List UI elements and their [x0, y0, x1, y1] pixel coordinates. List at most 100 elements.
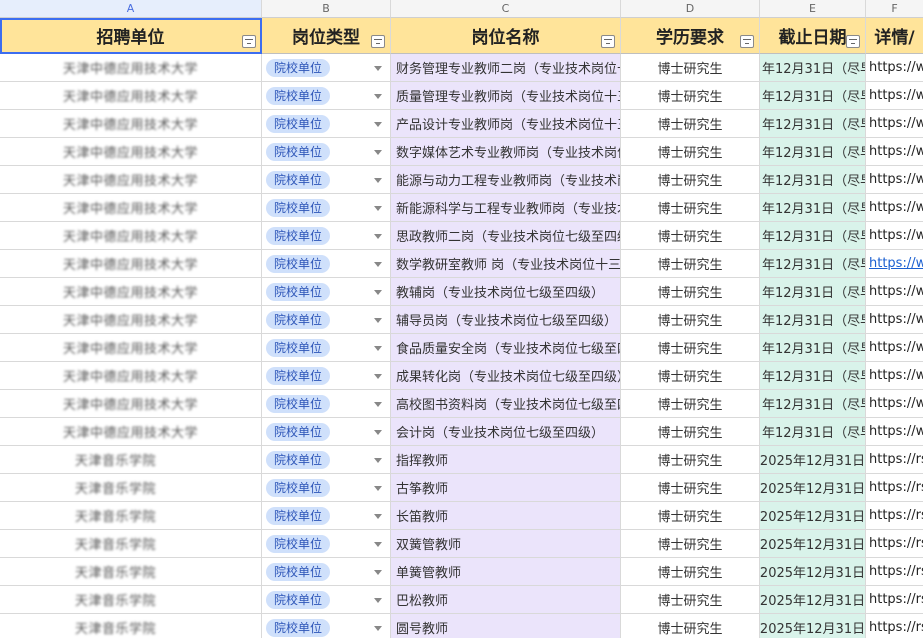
- education-cell[interactable]: 博士研究生: [621, 390, 760, 418]
- unit-cell[interactable]: 天津中德应用技术大学: [0, 362, 262, 390]
- deadline-cell[interactable]: 年12月31日（尽早: [760, 110, 866, 138]
- detail-link-cell[interactable]: https://w: [866, 138, 923, 166]
- education-cell[interactable]: 博士研究生: [621, 250, 760, 278]
- position-name-cell[interactable]: 成果转化岗（专业技术岗位七级至四级）: [391, 362, 621, 390]
- unit-cell[interactable]: 天津音乐学院: [0, 502, 262, 530]
- dropdown-arrow-icon[interactable]: [374, 65, 382, 71]
- position-name-cell[interactable]: 质量管理专业教师岗（专业技术岗位十三: [391, 82, 621, 110]
- column-letter-d[interactable]: D: [621, 0, 760, 18]
- dropdown-arrow-icon[interactable]: [374, 149, 382, 155]
- type-cell[interactable]: 院校单位: [262, 54, 391, 82]
- detail-link-cell[interactable]: https://rs: [866, 502, 923, 530]
- unit-cell[interactable]: 天津中德应用技术大学: [0, 306, 262, 334]
- dropdown-arrow-icon[interactable]: [374, 93, 382, 99]
- position-name-cell[interactable]: 思政教师二岗（专业技术岗位七级至四级: [391, 222, 621, 250]
- dropdown-arrow-icon[interactable]: [374, 541, 382, 547]
- detail-link-cell[interactable]: https://w: [866, 334, 923, 362]
- education-cell[interactable]: 博士研究生: [621, 334, 760, 362]
- unit-cell[interactable]: 天津中德应用技术大学: [0, 110, 262, 138]
- position-name-cell[interactable]: 巴松教师: [391, 586, 621, 614]
- unit-cell[interactable]: 天津中德应用技术大学: [0, 278, 262, 306]
- header-cell-a[interactable]: 招聘单位: [0, 18, 262, 54]
- type-cell[interactable]: 院校单位: [262, 250, 391, 278]
- deadline-cell[interactable]: 年12月31日（尽早: [760, 82, 866, 110]
- detail-link-cell[interactable]: https://w: [866, 418, 923, 446]
- filter-icon[interactable]: [242, 35, 256, 48]
- column-letter-e[interactable]: E: [760, 0, 866, 18]
- position-name-cell[interactable]: 能源与动力工程专业教师岗（专业技术岗: [391, 166, 621, 194]
- education-cell[interactable]: 博士研究生: [621, 502, 760, 530]
- type-cell[interactable]: 院校单位: [262, 614, 391, 638]
- type-cell[interactable]: 院校单位: [262, 362, 391, 390]
- education-cell[interactable]: 博士研究生: [621, 222, 760, 250]
- column-letter-c[interactable]: C: [391, 0, 621, 18]
- dropdown-arrow-icon[interactable]: [374, 345, 382, 351]
- detail-link-cell[interactable]: https://w: [866, 362, 923, 390]
- education-cell[interactable]: 博士研究生: [621, 418, 760, 446]
- type-cell[interactable]: 院校单位: [262, 222, 391, 250]
- header-cell-e[interactable]: 截止日期: [760, 18, 866, 54]
- filter-icon[interactable]: [846, 35, 860, 48]
- education-cell[interactable]: 博士研究生: [621, 138, 760, 166]
- detail-link-cell[interactable]: https://w: [866, 278, 923, 306]
- deadline-cell[interactable]: 年12月31日（尽早: [760, 362, 866, 390]
- filter-icon[interactable]: [740, 35, 754, 48]
- unit-cell[interactable]: 天津中德应用技术大学: [0, 138, 262, 166]
- education-cell[interactable]: 博士研究生: [621, 558, 760, 586]
- detail-link-cell[interactable]: https://w: [866, 54, 923, 82]
- position-name-cell[interactable]: 古筝教师: [391, 474, 621, 502]
- detail-link-cell[interactable]: https://rs: [866, 446, 923, 474]
- header-cell-d[interactable]: 学历要求: [621, 18, 760, 54]
- detail-link-cell[interactable]: https://rs: [866, 530, 923, 558]
- type-cell[interactable]: 院校单位: [262, 306, 391, 334]
- education-cell[interactable]: 博士研究生: [621, 614, 760, 638]
- deadline-cell[interactable]: 2025年12月31日: [760, 446, 866, 474]
- deadline-cell[interactable]: 年12月31日（尽早: [760, 418, 866, 446]
- unit-cell[interactable]: 天津中德应用技术大学: [0, 54, 262, 82]
- detail-link-cell[interactable]: https://w: [866, 222, 923, 250]
- education-cell[interactable]: 博士研究生: [621, 278, 760, 306]
- deadline-cell[interactable]: 2025年12月31日: [760, 530, 866, 558]
- position-name-cell[interactable]: 教辅岗（专业技术岗位七级至四级）: [391, 278, 621, 306]
- position-name-cell[interactable]: 高校图书资料岗（专业技术岗位七级至四: [391, 390, 621, 418]
- education-cell[interactable]: 博士研究生: [621, 530, 760, 558]
- type-cell[interactable]: 院校单位: [262, 334, 391, 362]
- detail-link-cell[interactable]: https://rs: [866, 474, 923, 502]
- unit-cell[interactable]: 天津音乐学院: [0, 586, 262, 614]
- type-cell[interactable]: 院校单位: [262, 166, 391, 194]
- dropdown-arrow-icon[interactable]: [374, 205, 382, 211]
- dropdown-arrow-icon[interactable]: [374, 485, 382, 491]
- unit-cell[interactable]: 天津音乐学院: [0, 530, 262, 558]
- dropdown-arrow-icon[interactable]: [374, 513, 382, 519]
- position-name-cell[interactable]: 产品设计专业教师岗（专业技术岗位十三: [391, 110, 621, 138]
- unit-cell[interactable]: 天津中德应用技术大学: [0, 82, 262, 110]
- unit-cell[interactable]: 天津中德应用技术大学: [0, 250, 262, 278]
- deadline-cell[interactable]: 年12月31日（尽早: [760, 138, 866, 166]
- position-name-cell[interactable]: 单簧管教师: [391, 558, 621, 586]
- detail-link-cell[interactable]: https://rs: [866, 558, 923, 586]
- dropdown-arrow-icon[interactable]: [374, 121, 382, 127]
- type-cell[interactable]: 院校单位: [262, 138, 391, 166]
- deadline-cell[interactable]: 年12月31日（尽早: [760, 278, 866, 306]
- detail-link-cell[interactable]: https://w: [866, 390, 923, 418]
- unit-cell[interactable]: 天津中德应用技术大学: [0, 390, 262, 418]
- type-cell[interactable]: 院校单位: [262, 110, 391, 138]
- education-cell[interactable]: 博士研究生: [621, 82, 760, 110]
- column-letter-f[interactable]: F: [866, 0, 923, 18]
- dropdown-arrow-icon[interactable]: [374, 317, 382, 323]
- column-letter-b[interactable]: B: [262, 0, 391, 18]
- deadline-cell[interactable]: 年12月31日（尽早: [760, 166, 866, 194]
- position-name-cell[interactable]: 圆号教师: [391, 614, 621, 638]
- detail-link-cell[interactable]: https://w: [866, 82, 923, 110]
- deadline-cell[interactable]: 2025年12月31日: [760, 558, 866, 586]
- type-cell[interactable]: 院校单位: [262, 530, 391, 558]
- education-cell[interactable]: 博士研究生: [621, 110, 760, 138]
- education-cell[interactable]: 博士研究生: [621, 362, 760, 390]
- dropdown-arrow-icon[interactable]: [374, 289, 382, 295]
- header-cell-b[interactable]: 岗位类型: [262, 18, 391, 54]
- dropdown-arrow-icon[interactable]: [374, 569, 382, 575]
- deadline-cell[interactable]: 年12月31日（尽早: [760, 54, 866, 82]
- unit-cell[interactable]: 天津音乐学院: [0, 614, 262, 638]
- type-cell[interactable]: 院校单位: [262, 278, 391, 306]
- position-name-cell[interactable]: 数字媒体艺术专业教师岗（专业技术岗位: [391, 138, 621, 166]
